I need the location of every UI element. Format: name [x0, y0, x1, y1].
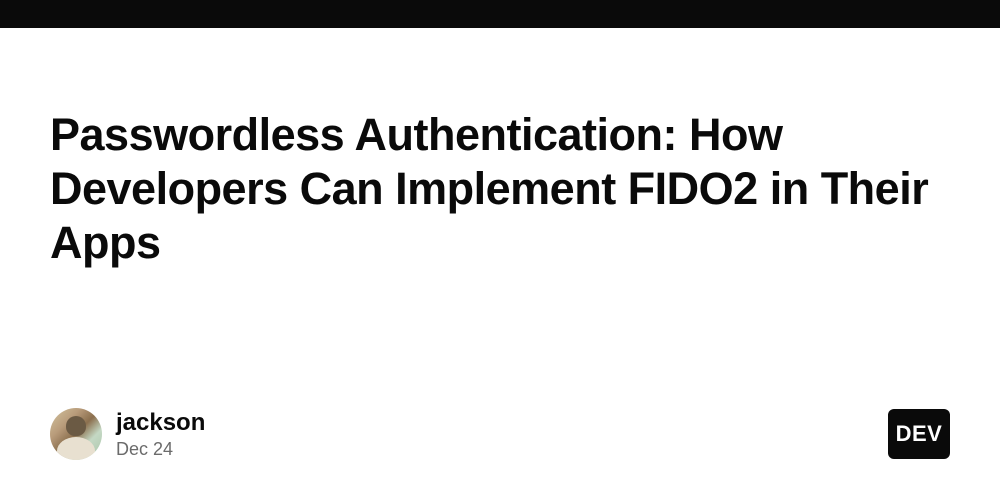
- author-info: jackson Dec 24: [116, 409, 205, 460]
- author-name: jackson: [116, 409, 205, 437]
- post-title: Passwordless Authentication: How Develop…: [50, 108, 950, 270]
- content-area: Passwordless Authentication: How Develop…: [0, 28, 1000, 270]
- top-bar: [0, 0, 1000, 28]
- dev-logo[interactable]: DEV: [888, 409, 950, 459]
- post-date: Dec 24: [116, 439, 205, 460]
- avatar: [50, 408, 102, 460]
- dev-logo-text: DEV: [896, 421, 943, 447]
- author-block[interactable]: jackson Dec 24: [50, 408, 205, 460]
- footer: jackson Dec 24 DEV: [50, 408, 950, 460]
